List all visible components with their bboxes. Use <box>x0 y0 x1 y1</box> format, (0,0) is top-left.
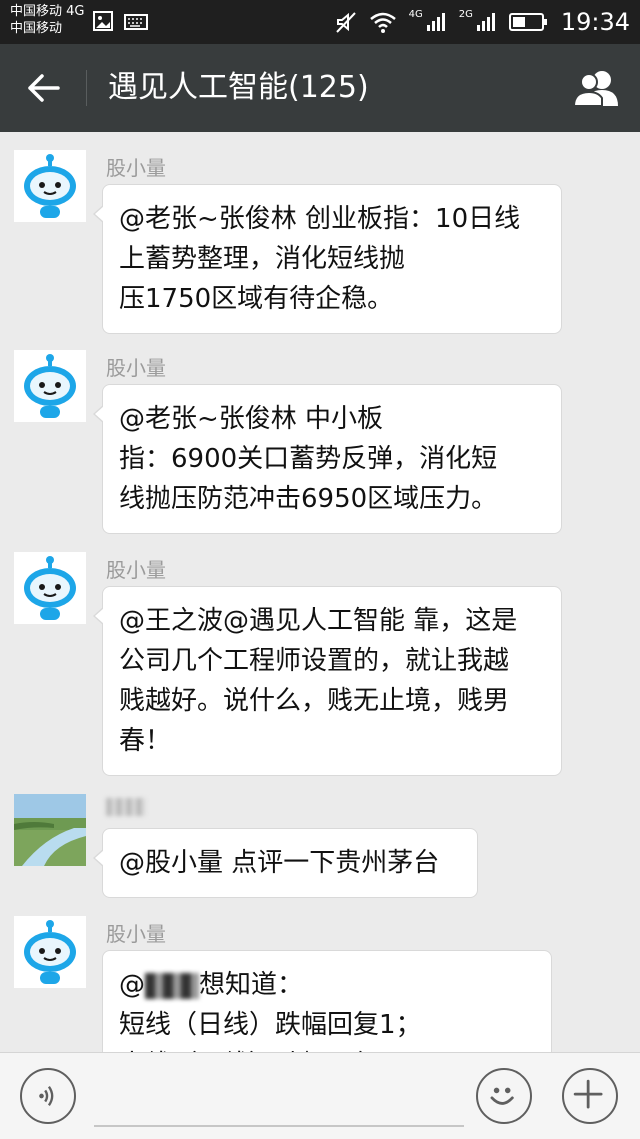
message-bubble[interactable]: @老张~张俊林 创业板指：10日线 上蓄势整理，消化短线抛 压1750区域有待企… <box>93 184 562 334</box>
notification-icons <box>93 11 148 31</box>
keyboard-icon <box>124 14 148 30</box>
input-bar <box>0 1052 640 1139</box>
sim2-network-label: 2G <box>458 8 473 20</box>
sender-name: 股小量 <box>106 558 166 582</box>
message-bubble[interactable]: @老张~张俊林 中小板 指：6900关口蓄势反弹，消化短 线抛压防范冲击6950… <box>93 384 562 534</box>
sender-name: 股小量 <box>106 356 166 380</box>
message-list[interactable]: 股小量 @老张~张俊林 创业板指：10日线 上蓄势整理，消化短线抛 压1750区… <box>0 132 640 1052</box>
title-bar: 遇见人工智能(125) <box>0 44 640 132</box>
emoji-icon <box>490 1087 514 1105</box>
wifi-icon <box>369 12 396 33</box>
landscape-avatar[interactable] <box>14 794 86 866</box>
battery-icon <box>508 13 547 31</box>
carrier-line-2: 中国移动 <box>10 21 63 36</box>
title-divider <box>86 70 87 106</box>
more-button[interactable] <box>562 1068 618 1124</box>
sender-name: 股小量 <box>106 156 166 180</box>
group-members-icon[interactable] <box>572 68 622 108</box>
message-bubble[interactable]: @想知道： 短线（日线）跌幅回复1； 中线（周线）跌幅回复2； <box>102 950 552 1052</box>
message-bubble[interactable]: @股小量 点评一下贵州茅台 <box>93 828 478 898</box>
plus-icon <box>573 1079 603 1109</box>
chat-title: 遇见人工智能(125) <box>108 70 369 105</box>
sender-name: 股小量 <box>106 922 166 946</box>
sender-name-redacted <box>106 798 146 816</box>
message-input[interactable] <box>94 1071 464 1127</box>
robot-avatar[interactable] <box>14 150 86 222</box>
clock: 19:34 <box>560 8 630 36</box>
signal-icon <box>426 13 445 31</box>
status-bar: 中国移动 4G 中国移动 4G 2G 19:34 <box>0 0 640 44</box>
redacted-mention <box>145 972 199 999</box>
robot-avatar[interactable] <box>14 916 86 988</box>
mute-icon <box>335 12 356 33</box>
robot-avatar[interactable] <box>14 552 86 624</box>
image-icon <box>93 11 113 31</box>
carrier-info: 中国移动 4G 中国移动 <box>10 3 84 37</box>
status-right: 4G 2G 19:34 <box>335 0 630 44</box>
emoji-button[interactable] <box>476 1068 532 1124</box>
mention-prefix: @ <box>119 970 145 1000</box>
message-bubble[interactable]: @王之波@遇见人工智能 靠，这是 公司几个工程师设置的，就让我越 贱越好。说什么… <box>93 586 562 776</box>
arrow-left-icon[interactable] <box>26 72 62 104</box>
signal-icon <box>476 13 495 31</box>
carrier-line-1: 中国移动 4G <box>10 4 85 19</box>
robot-avatar[interactable] <box>14 350 86 422</box>
voice-button[interactable] <box>20 1068 76 1124</box>
sim1-network-label: 4G <box>408 8 423 20</box>
voice-icon <box>39 1086 54 1106</box>
